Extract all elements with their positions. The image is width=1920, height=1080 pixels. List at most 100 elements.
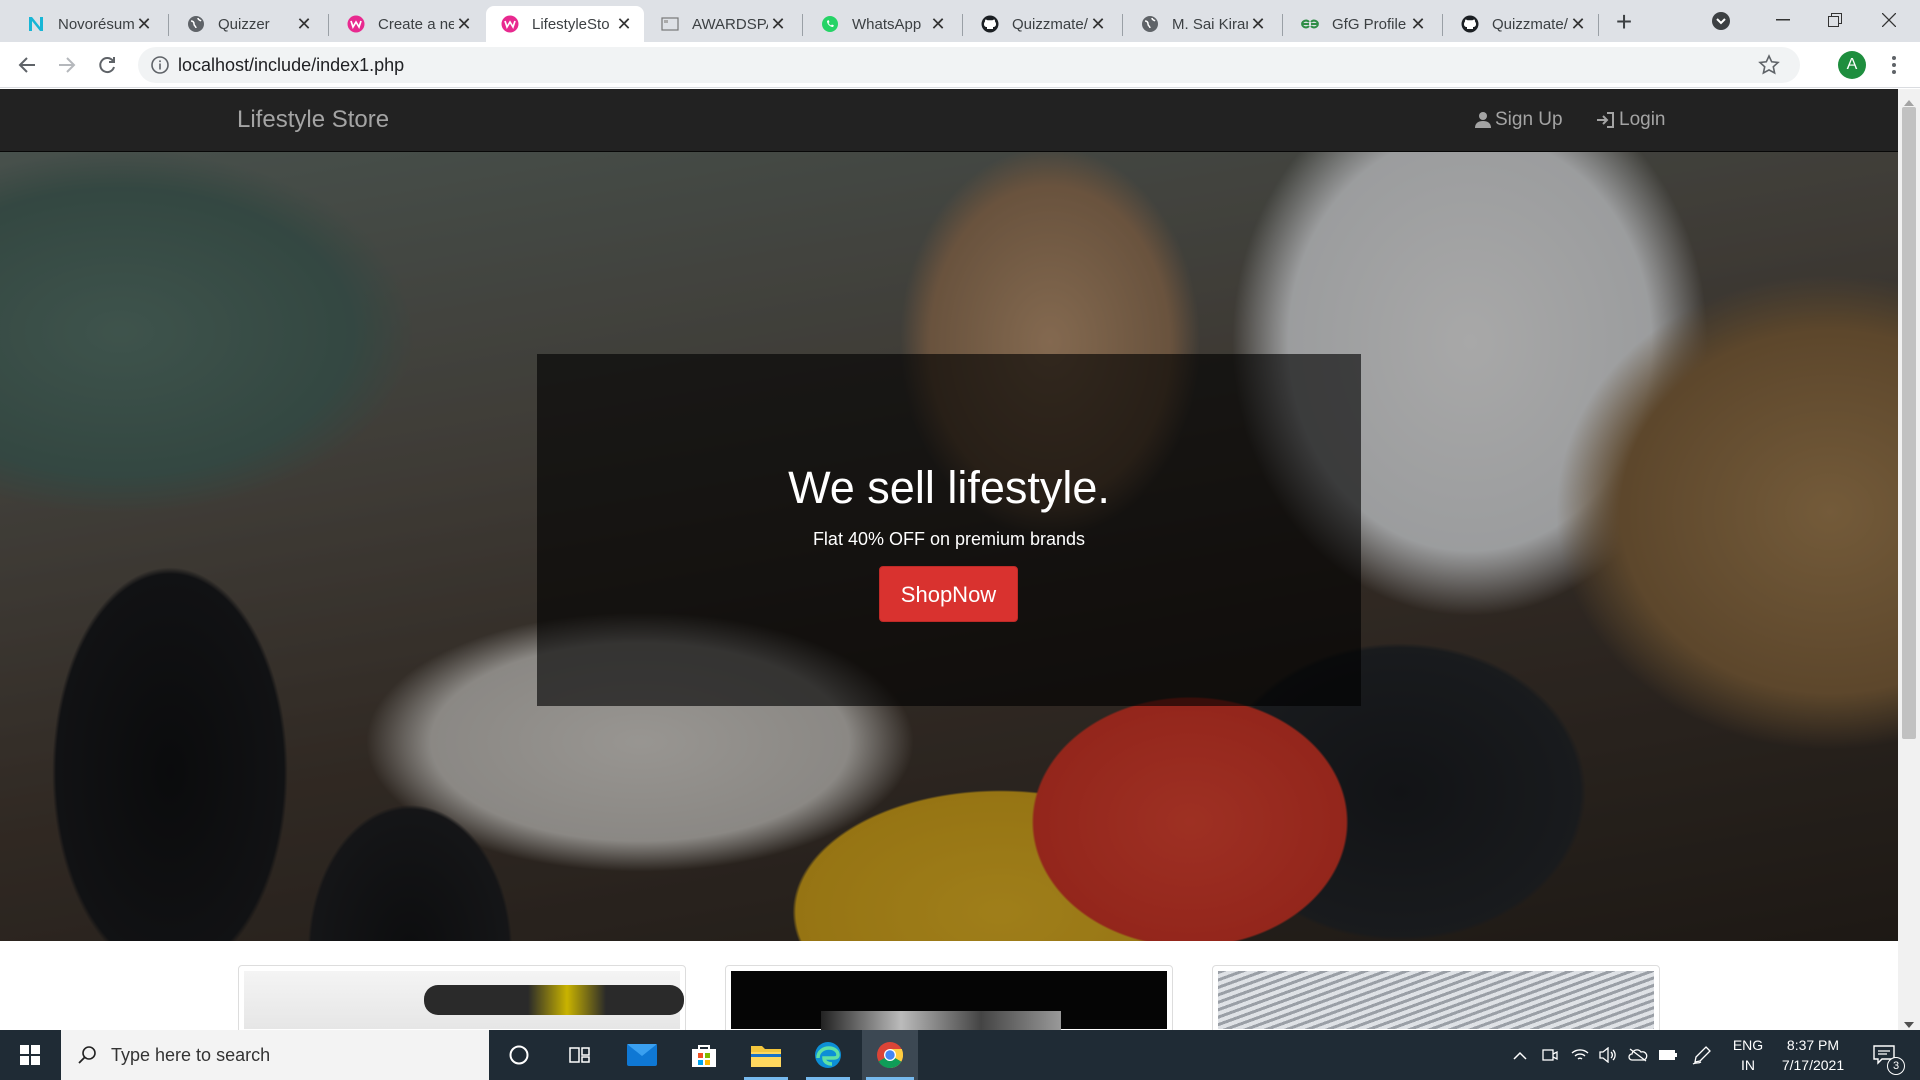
tab-title: LifestyleSto: [532, 15, 610, 33]
search-icon: [78, 1046, 96, 1064]
hero-subheading: Flat 40% OFF on premium brands: [812, 529, 1086, 549]
language-indicator[interactable]: ENG IN: [1728, 1030, 1768, 1080]
new-tab-button[interactable]: +: [1606, 8, 1642, 38]
kebab-menu-icon[interactable]: [1884, 54, 1904, 76]
tab-lifestyle-store[interactable]: LifestyleSto ✕: [486, 6, 644, 42]
wifi-icon[interactable]: [1568, 1030, 1592, 1080]
back-arrow-icon[interactable]: [12, 50, 42, 80]
tab-novoresume[interactable]: Novorésum ✕: [12, 6, 164, 42]
language-code: ENG: [1732, 1037, 1764, 1053]
login-label: Login: [1619, 109, 1666, 130]
close-icon[interactable]: ✕: [1408, 14, 1428, 35]
tab-create-new[interactable]: Create a ne ✕: [332, 6, 484, 42]
clock-date: 7/17/2021: [1781, 1057, 1845, 1073]
tab-awardspace[interactable]: AWARDSPA ✕: [646, 6, 798, 42]
address-bar[interactable]: localhost/include/index1.php: [138, 47, 1800, 83]
mail-icon[interactable]: [614, 1030, 670, 1080]
tab-sai-kiran[interactable]: M. Sai Kiran ✕: [1126, 6, 1278, 42]
globe-icon: [1140, 14, 1160, 34]
restore-icon[interactable]: [1812, 0, 1858, 40]
reload-icon[interactable]: [92, 50, 122, 80]
close-icon[interactable]: ✕: [768, 14, 788, 35]
hero-banner: We sell lifestyle. Flat 40% OFF on premi…: [0, 152, 1898, 941]
notification-count-badge: 3: [1887, 1057, 1905, 1075]
profile-avatar[interactable]: A: [1838, 51, 1866, 79]
webflow-icon: [346, 14, 366, 34]
minimize-icon[interactable]: [1760, 0, 1806, 40]
tab-whatsapp[interactable]: WhatsApp ✕: [806, 6, 958, 42]
cortana-icon[interactable]: [491, 1030, 547, 1080]
awardspace-icon: [660, 14, 680, 34]
site-navbar: Lifestyle Store Sign Up Login: [0, 89, 1898, 152]
github-icon: [1460, 14, 1480, 34]
browser-tab-strip: Novorésum ✕ Quizzer ✕ Create a ne ✕ Life…: [0, 0, 1920, 42]
shop-now-button[interactable]: ShopNow: [879, 566, 1018, 622]
forward-arrow-icon[interactable]: [52, 50, 82, 80]
tab-quizzmate-2[interactable]: Quizzmate/ ✕: [1446, 6, 1598, 42]
meet-now-icon[interactable]: [1538, 1030, 1562, 1080]
store-icon[interactable]: [676, 1030, 732, 1080]
close-icon[interactable]: ✕: [1248, 14, 1268, 35]
clock[interactable]: 8:37 PM 7/17/2021: [1772, 1030, 1854, 1080]
search-placeholder: Type here to search: [111, 1044, 271, 1065]
signup-label: Sign Up: [1495, 109, 1563, 130]
product-thumbnail[interactable]: [238, 965, 686, 1035]
chrome-icon[interactable]: [862, 1030, 918, 1080]
close-icon[interactable]: ✕: [1088, 14, 1108, 35]
close-icon[interactable]: ✕: [134, 14, 154, 35]
hero-jumbotron: We sell lifestyle. Flat 40% OFF on premi…: [537, 354, 1361, 706]
product-thumbnail[interactable]: [725, 965, 1173, 1035]
gfg-icon: [1300, 14, 1320, 34]
battery-icon[interactable]: [1656, 1030, 1680, 1080]
tab-title: Quizzmate/: [1012, 15, 1088, 33]
tab-title: AWARDSPA: [692, 15, 768, 33]
windows-start-icon[interactable]: [2, 1030, 58, 1080]
tab-title: M. Sai Kiran: [1172, 15, 1248, 33]
tab-title: Quizzer: [218, 15, 270, 33]
scroll-thumb[interactable]: [1902, 107, 1916, 739]
file-explorer-icon[interactable]: [738, 1030, 794, 1080]
taskbar-search[interactable]: Type here to search: [61, 1030, 489, 1080]
tab-title: WhatsApp: [852, 15, 922, 33]
url-text[interactable]: localhost/include/index1.php: [178, 47, 404, 83]
close-icon[interactable]: ✕: [454, 14, 474, 35]
tab-gfg-profile[interactable]: GfG Profile ✕: [1286, 6, 1438, 42]
login-icon: [1597, 112, 1614, 128]
page-scrollbar[interactable]: [1898, 89, 1920, 1030]
tab-title: Quizzmate/: [1492, 15, 1568, 33]
windows-taskbar: Type here to search ENG IN 8:37 PM 7/17/…: [0, 1030, 1920, 1080]
tab-search-icon[interactable]: [1710, 10, 1732, 32]
tab-quizzer[interactable]: Quizzer ✕: [172, 6, 324, 42]
novoresume-icon: [26, 14, 46, 34]
pen-workspace-icon[interactable]: [1690, 1030, 1714, 1080]
region-code: IN: [1741, 1057, 1755, 1073]
close-icon[interactable]: ✕: [294, 14, 314, 35]
close-icon[interactable]: ✕: [1568, 14, 1588, 35]
product-section: [0, 941, 1898, 1035]
task-view-icon[interactable]: [552, 1030, 608, 1080]
close-icon[interactable]: ✕: [928, 14, 948, 35]
close-icon[interactable]: ✕: [614, 14, 634, 35]
tab-title: GfG Profile: [1332, 15, 1407, 33]
tab-title: Create a ne: [378, 15, 454, 33]
clock-time: 8:37 PM: [1786, 1037, 1840, 1053]
signup-link[interactable]: Sign Up: [1474, 89, 1563, 151]
globe-icon: [186, 14, 206, 34]
tab-title: Novorésum: [58, 15, 134, 33]
edge-icon[interactable]: [800, 1030, 856, 1080]
volume-icon[interactable]: [1596, 1030, 1620, 1080]
browser-toolbar: localhost/include/index1.php A: [0, 42, 1920, 88]
window-close-icon[interactable]: [1866, 0, 1912, 40]
brand-link[interactable]: Lifestyle Store: [237, 89, 389, 151]
info-icon[interactable]: [150, 55, 170, 80]
hero-heading: We sell lifestyle.: [788, 462, 1110, 513]
github-icon: [980, 14, 1000, 34]
login-link[interactable]: Login: [1596, 89, 1666, 151]
bookmark-star-icon[interactable]: [1758, 54, 1780, 81]
product-thumbnail[interactable]: [1212, 965, 1660, 1035]
show-hidden-icons-chevron-icon[interactable]: [1508, 1030, 1532, 1080]
onedrive-icon[interactable]: [1626, 1030, 1650, 1080]
user-icon: [1475, 112, 1491, 128]
notification-center-icon[interactable]: 3: [1862, 1030, 1906, 1080]
tab-quizzmate-1[interactable]: Quizzmate/ ✕: [966, 6, 1118, 42]
